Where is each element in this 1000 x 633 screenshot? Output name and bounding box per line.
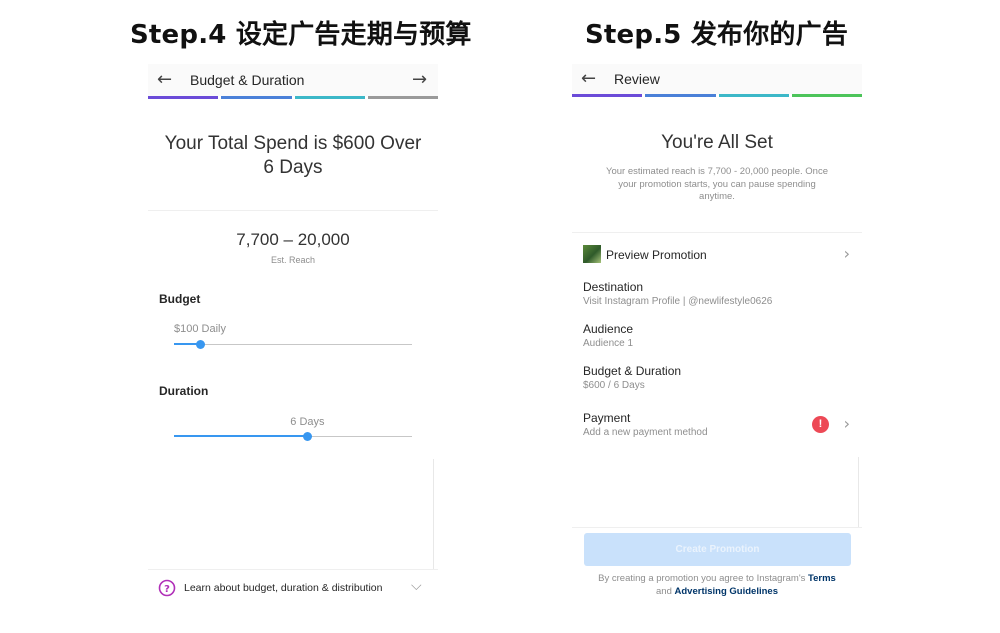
advertising-guidelines-link[interactable]: Advertising Guidelines	[675, 586, 778, 597]
destination-title: Destination	[583, 280, 644, 294]
terms-and: and	[656, 585, 672, 597]
progress-segment	[148, 96, 219, 99]
step-progress-bar	[148, 96, 438, 99]
question-circle-icon: ?	[158, 579, 176, 597]
payment-value: Add a new payment method	[583, 427, 708, 438]
reach-value: 7,700 – 20,000	[236, 230, 350, 249]
budget-slider-handle[interactable]	[195, 340, 205, 349]
chevron-right-icon: ›	[843, 244, 850, 263]
progress-segment	[367, 96, 438, 99]
budget-duration-title: Budget & Duration	[583, 364, 682, 378]
progress-segment	[718, 94, 789, 97]
budget-value: $100 Daily	[174, 323, 226, 335]
review-screen: ← Review You're All Set Your estimated r…	[572, 64, 862, 609]
step-4-heading: Step.4 设定广告走期与预算	[130, 20, 472, 50]
progress-segment	[645, 94, 716, 97]
reach-description-line-1: Your estimated reach is 7,700 - 20,000 p…	[606, 166, 828, 177]
duration-slider-fill	[174, 435, 308, 437]
create-promotion-button[interactable]: Create Promotion	[584, 533, 851, 566]
top-bar: ← Budget & Duration →	[148, 64, 438, 96]
budget-heading: Budget	[159, 292, 201, 306]
destination-value: Visit Instagram Profile | @newlifestyle0…	[583, 296, 773, 307]
payment-row[interactable]: Payment Add a new payment method ! ›	[572, 409, 862, 443]
progress-segment	[791, 94, 862, 97]
preview-promotion-label: Preview Promotion	[606, 248, 707, 262]
divider	[572, 232, 862, 233]
svg-text:?: ?	[164, 584, 170, 595]
reach-description: Your estimated reach is 7,700 - 20,000 p…	[572, 166, 862, 204]
top-bar: ← Review	[572, 64, 862, 94]
total-spend-line-2: 6 Days	[263, 157, 323, 178]
reach-description-line-3: anytime.	[699, 191, 735, 202]
progress-segment	[221, 96, 292, 99]
alert-icon: !	[812, 416, 829, 433]
all-set-heading: You're All Set	[661, 132, 773, 153]
preview-promotion-row[interactable]: Preview Promotion ›	[572, 240, 862, 268]
arrow-right-icon[interactable]: →	[412, 71, 427, 89]
total-spend-line-1: Your Total Spend is $600 Over	[164, 133, 422, 154]
screen-title: Review	[614, 71, 660, 87]
progress-segment	[294, 96, 365, 99]
total-spend-heading: Your Total Spend is $600 Over 6 Days	[148, 132, 438, 180]
budget-duration-value: $600 / 6 Days	[583, 380, 645, 391]
reach-label: Est. Reach	[270, 255, 316, 265]
terms-link[interactable]: Terms	[808, 573, 836, 584]
audience-row[interactable]: Audience Audience 1	[572, 320, 862, 354]
learn-more-text: Learn about budget, duration & distribut…	[184, 582, 383, 594]
arrow-left-icon[interactable]: ←	[157, 71, 172, 89]
chevron-down-icon[interactable]: ⌵	[411, 578, 422, 594]
step-5-heading: Step.5 发布你的广告	[585, 20, 849, 50]
learn-more-row[interactable]: ? Learn about budget, duration & distrib…	[148, 570, 438, 609]
budget-slider-track[interactable]	[174, 344, 412, 345]
destination-row[interactable]: Destination Visit Instagram Profile | @n…	[572, 278, 862, 312]
chevron-right-icon: ›	[843, 414, 850, 433]
progress-segment	[572, 94, 643, 97]
divider	[572, 527, 862, 528]
terms-text: By creating a promotion you agree to Ins…	[572, 573, 862, 598]
promotion-thumbnail	[583, 245, 601, 263]
divider	[148, 210, 438, 211]
budget-duration-row[interactable]: Budget & Duration $600 / 6 Days	[572, 362, 862, 396]
divider	[858, 457, 859, 527]
step-progress-bar	[572, 94, 862, 97]
divider	[433, 459, 434, 569]
payment-title: Payment	[583, 411, 631, 425]
duration-slider-handle[interactable]	[302, 432, 312, 441]
audience-title: Audience	[583, 322, 634, 336]
arrow-left-icon[interactable]: ←	[581, 70, 596, 88]
duration-value: 6 Days	[290, 416, 325, 428]
audience-value: Audience 1	[583, 338, 634, 349]
budget-duration-screen: ← Budget & Duration → Your Total Spend i…	[148, 64, 438, 609]
screen-title: Budget & Duration	[190, 72, 305, 88]
reach-description-line-2: your promotion starts, you can pause spe…	[618, 178, 816, 190]
duration-heading: Duration	[159, 384, 209, 398]
terms-prefix: By creating a promotion you agree to Ins…	[598, 573, 806, 584]
